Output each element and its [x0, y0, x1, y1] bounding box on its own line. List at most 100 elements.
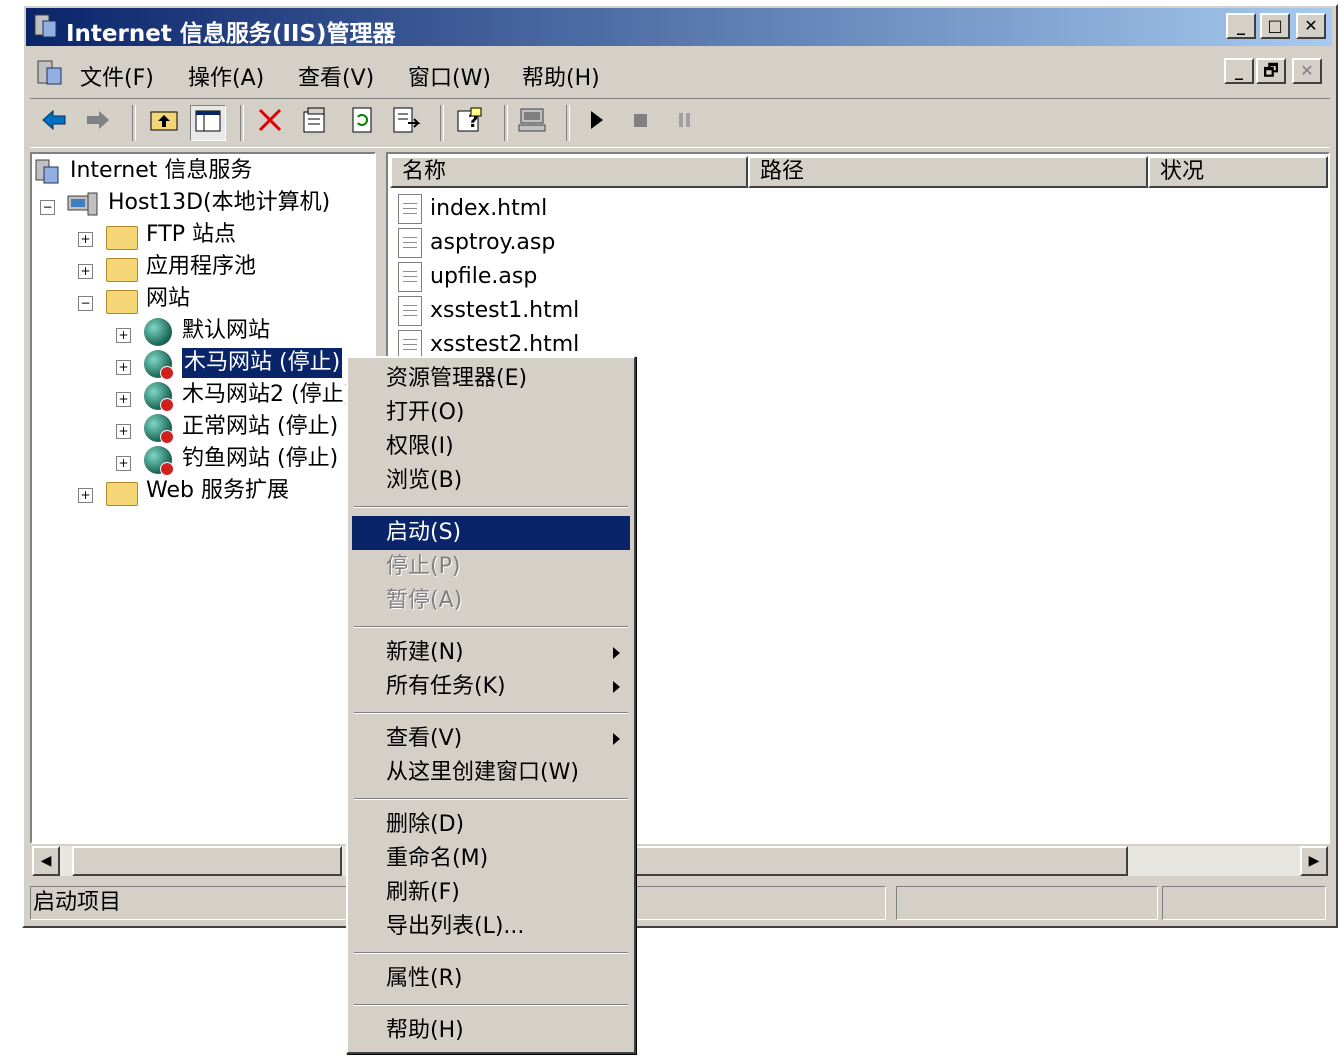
help-icon[interactable]: ? — [452, 105, 488, 141]
export-icon[interactable] — [388, 105, 424, 141]
tree-expand-icon[interactable]: + — [116, 424, 131, 439]
tree-horizontal-scrollbar[interactable]: ◀ — [32, 846, 374, 876]
folder-icon — [106, 482, 138, 506]
tree-item-site[interactable]: 钓鱼网站 (停止) — [182, 444, 338, 474]
menu-separator — [354, 1004, 628, 1006]
ctx-new-window[interactable]: 从这里创建窗口(W) — [352, 756, 630, 790]
ctx-view[interactable]: 查看(V) — [352, 722, 630, 756]
tree-pane[interactable]: Internet 信息服务 − Host13D(本地计算机) + FTP 站点 … — [30, 152, 376, 876]
tree-item-site[interactable]: 木马网站2 (停止) — [182, 380, 352, 410]
tree-item-site[interactable]: 默认网站 — [182, 316, 270, 346]
back-arrow-icon[interactable] — [36, 105, 72, 141]
list-item-file[interactable]: asptroy.asp — [430, 230, 555, 255]
list-item-file[interactable]: xsstest2.html — [430, 332, 579, 357]
mdi-restore-button[interactable]: 🗗 — [1256, 58, 1286, 84]
play-icon[interactable] — [578, 105, 614, 141]
submenu-arrow-icon — [613, 647, 620, 659]
ctx-label: 导出列表(L)... — [386, 914, 525, 939]
close-button[interactable]: ✕ — [1296, 13, 1326, 39]
pause-icon[interactable] — [666, 105, 702, 141]
ctx-delete[interactable]: 删除(D) — [352, 808, 630, 842]
ctx-refresh[interactable]: 刷新(F) — [352, 876, 630, 910]
list-item-file[interactable]: xsstest1.html — [430, 298, 579, 323]
menu-window[interactable]: 窗口(W) — [408, 60, 491, 92]
refresh-icon[interactable] — [344, 105, 380, 141]
column-header-name[interactable]: 名称 — [390, 156, 748, 188]
tree-item-ftp[interactable]: FTP 站点 — [146, 220, 236, 250]
column-header-status[interactable]: 状况 — [1148, 156, 1328, 188]
tree-item-apppool[interactable]: 应用程序池 — [146, 252, 256, 282]
ctx-all-tasks[interactable]: 所有任务(K) — [352, 670, 630, 704]
stopped-badge-icon — [160, 366, 174, 380]
iis-app-icon — [32, 13, 58, 39]
ctx-label: 暂停(A) — [386, 588, 463, 613]
forward-arrow-icon[interactable] — [80, 105, 116, 141]
ctx-label: 重命名(M) — [386, 846, 489, 871]
ctx-export-list[interactable]: 导出列表(L)... — [352, 910, 630, 944]
submenu-arrow-icon — [613, 733, 620, 745]
toolbar-separator — [440, 105, 444, 141]
up-folder-icon[interactable] — [146, 105, 182, 141]
scroll-thumb[interactable] — [72, 846, 342, 876]
folder-icon — [106, 290, 138, 314]
scroll-right-icon[interactable]: ▶ — [1300, 846, 1328, 876]
toolbar-separator — [132, 105, 136, 141]
ctx-help[interactable]: 帮助(H) — [352, 1014, 630, 1048]
mdi-minimize-button[interactable]: _ — [1224, 58, 1254, 84]
ctx-label: 从这里创建窗口(W) — [386, 760, 579, 785]
scroll-left-icon[interactable]: ◀ — [32, 846, 60, 876]
ctx-label: 所有任务(K) — [386, 674, 506, 699]
tree-expand-icon[interactable]: + — [116, 328, 131, 343]
ctx-permissions[interactable]: 权限(I) — [352, 430, 630, 464]
menu-separator — [354, 952, 628, 954]
ctx-properties[interactable]: 属性(R) — [352, 962, 630, 996]
ctx-explore[interactable]: 资源管理器(E) — [352, 362, 630, 396]
tree-expand-icon[interactable]: + — [78, 488, 93, 503]
toolbar: ? — [30, 98, 1330, 148]
menu-view[interactable]: 查看(V) — [298, 60, 374, 92]
tree-item-site[interactable]: 正常网站 (停止) — [182, 412, 338, 442]
tree-expand-icon[interactable]: + — [116, 456, 131, 471]
mdi-close-button[interactable]: ✕ — [1292, 58, 1322, 84]
tree-collapse-icon[interactable]: − — [78, 296, 93, 311]
ctx-label: 启动(S) — [386, 520, 462, 545]
ctx-label: 资源管理器(E) — [386, 366, 528, 391]
menu-separator — [354, 506, 628, 508]
ctx-start[interactable]: 启动(S) — [352, 516, 630, 550]
ctx-open[interactable]: 打开(O) — [352, 396, 630, 430]
mmc-menu-icon[interactable] — [34, 58, 64, 88]
maximize-button[interactable]: □ — [1260, 13, 1290, 39]
menu-file[interactable]: 文件(F) — [80, 60, 154, 92]
tree-item-site-selected[interactable]: 木马网站 (停止) — [180, 347, 344, 379]
menu-help[interactable]: 帮助(H) — [522, 60, 600, 92]
tree-expand-icon[interactable]: + — [116, 392, 131, 407]
minimize-button[interactable]: _ — [1226, 13, 1256, 39]
tree-item-webext[interactable]: Web 服务扩展 — [146, 476, 289, 506]
properties-icon[interactable] — [296, 105, 332, 141]
stopped-badge-icon — [160, 398, 174, 412]
tree-expand-icon[interactable]: + — [116, 360, 131, 375]
delete-icon[interactable] — [252, 105, 288, 141]
column-header-path[interactable]: 路径 — [748, 156, 1148, 188]
menu-separator — [354, 626, 628, 628]
window-title: Internet 信息服务(IIS)管理器 — [66, 21, 396, 47]
tree-item-host[interactable]: Host13D(本地计算机) — [108, 188, 330, 218]
tree-expand-icon[interactable]: + — [78, 232, 93, 247]
ctx-browse[interactable]: 浏览(B) — [352, 464, 630, 498]
tree-expand-icon[interactable]: + — [78, 264, 93, 279]
stop-icon[interactable] — [622, 105, 658, 141]
menu-action[interactable]: 操作(A) — [188, 60, 264, 92]
tree-item-websites[interactable]: 网站 — [146, 284, 190, 314]
tree-collapse-icon[interactable]: − — [40, 200, 55, 215]
ctx-new[interactable]: 新建(N) — [352, 636, 630, 670]
file-icon — [398, 296, 422, 326]
ctx-label: 新建(N) — [386, 640, 464, 665]
computer-icon[interactable] — [514, 105, 550, 141]
list-item-file[interactable]: upfile.asp — [430, 264, 537, 289]
status-panel — [896, 886, 1158, 920]
ctx-rename[interactable]: 重命名(M) — [352, 842, 630, 876]
show-hide-tree-icon[interactable] — [190, 105, 226, 141]
list-item-file[interactable]: index.html — [430, 196, 547, 221]
title-bar[interactable]: Internet 信息服务(IIS)管理器 _ □ ✕ — [26, 8, 1332, 47]
tree-item-root[interactable]: Internet 信息服务 — [70, 156, 252, 186]
